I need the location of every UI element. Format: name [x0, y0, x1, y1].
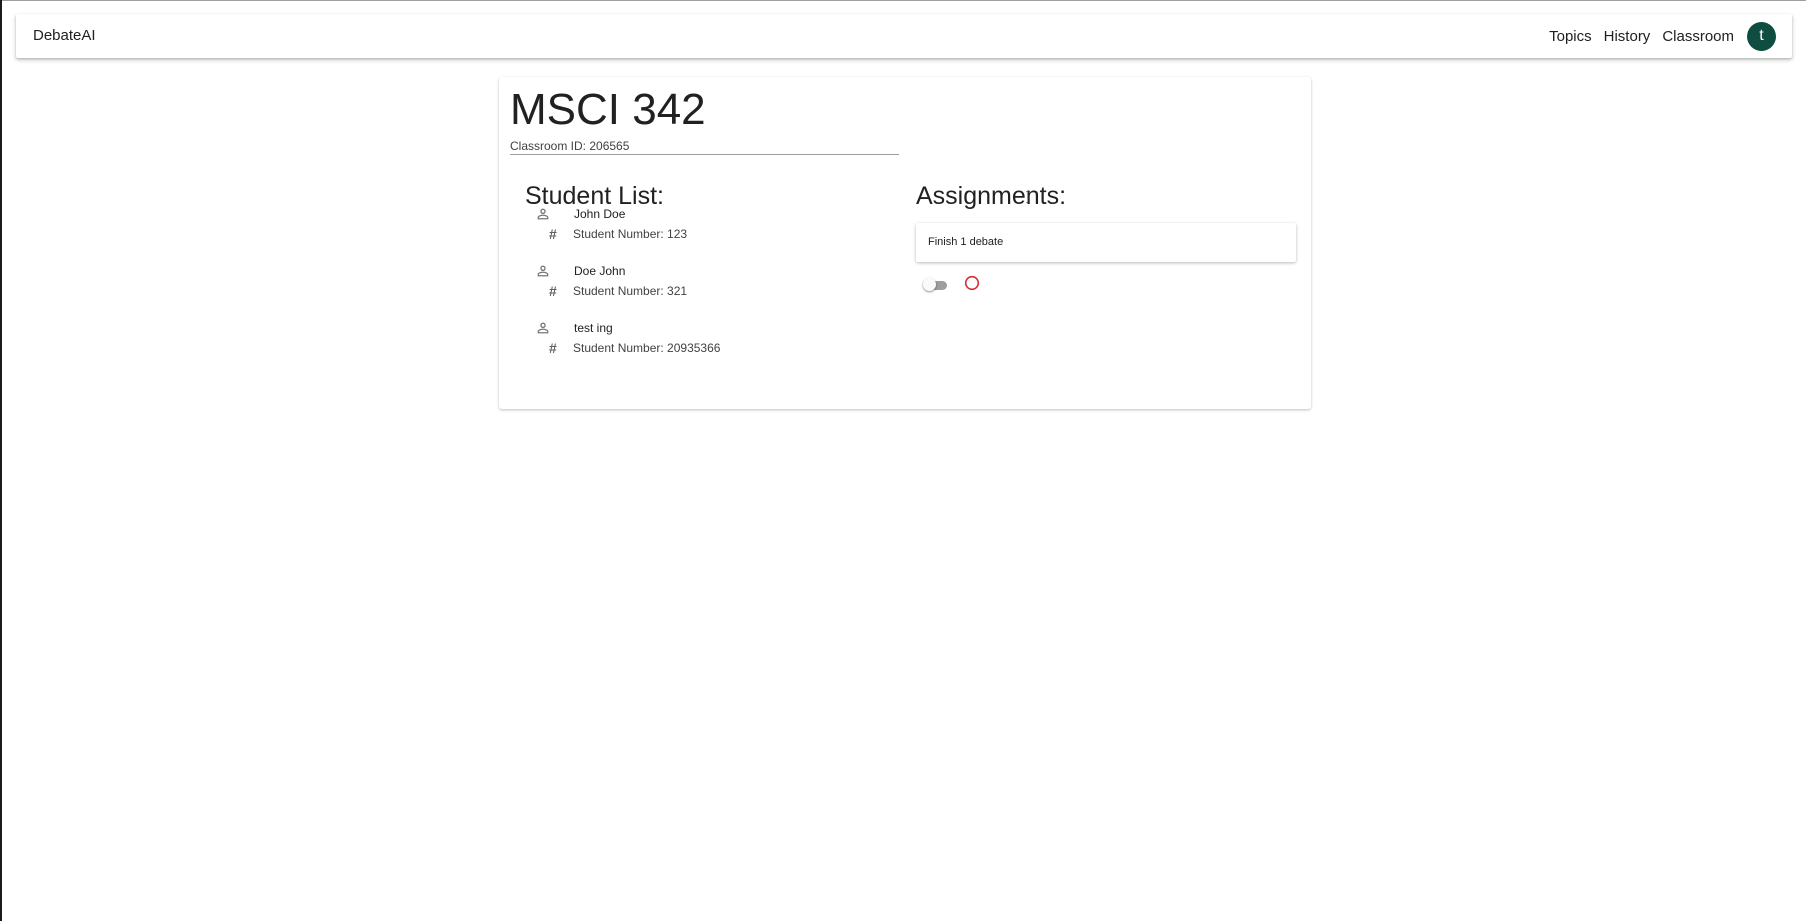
student-name: test ing — [574, 321, 613, 335]
student-number: Student Number: 20935366 — [573, 341, 721, 355]
nav-classroom[interactable]: Classroom — [1662, 28, 1734, 45]
main-nav: Topics History Classroom t — [1537, 14, 1776, 58]
student-name: John Doe — [574, 207, 626, 221]
circle-outline-icon[interactable] — [964, 275, 980, 291]
classroom-title: MSCI 342 — [510, 85, 706, 134]
window-left-edge — [0, 0, 2, 921]
student-item: Doe John # Student Number: 321 — [535, 263, 875, 303]
student-item: John Doe # Student Number: 123 — [535, 206, 875, 246]
student-item: test ing # Student Number: 20935366 — [535, 320, 875, 360]
hash-icon: # — [549, 340, 557, 356]
person-icon — [537, 265, 549, 277]
brand-title[interactable]: DebateAI — [33, 27, 96, 44]
nav-topics[interactable]: Topics — [1549, 28, 1592, 45]
hash-icon: # — [549, 283, 557, 299]
window-top-edge — [0, 0, 1806, 1]
assignment-title: Finish 1 debate — [928, 236, 1004, 248]
hash-icon: # — [549, 226, 557, 242]
app-bar: DebateAI Topics History Classroom t — [16, 14, 1792, 58]
student-name: Doe John — [574, 264, 626, 278]
toggle-thumb — [923, 278, 936, 291]
student-number: Student Number: 321 — [573, 284, 688, 298]
title-divider — [510, 154, 899, 155]
nav-history[interactable]: History — [1604, 28, 1651, 45]
text-cursor-icon — [1026, 191, 1030, 203]
student-number: Student Number: 123 — [573, 227, 688, 241]
assignment-card[interactable]: Finish 1 debate — [916, 223, 1296, 262]
person-icon — [537, 322, 549, 334]
classroom-id: Classroom ID: 206565 — [510, 139, 630, 153]
classroom-card: MSCI 342 Classroom ID: 206565 Student Li… — [499, 77, 1311, 409]
user-avatar[interactable]: t — [1747, 21, 1776, 51]
assignment-toggle[interactable] — [923, 278, 949, 292]
assignments-heading: Assignments: — [916, 182, 1067, 210]
person-icon — [537, 208, 549, 220]
